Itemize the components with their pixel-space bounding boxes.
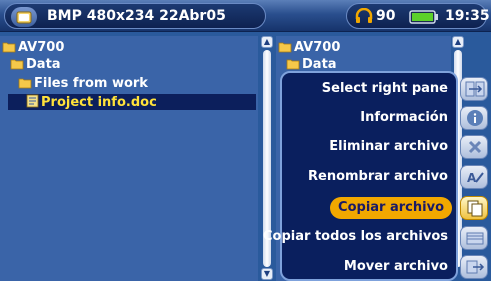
list-item[interactable]: AV700	[278, 40, 340, 56]
menu-item-mover-archivo[interactable]: Mover archivo	[344, 256, 448, 278]
folder-icon	[10, 59, 24, 70]
svg-text:A: A	[467, 171, 477, 185]
window-title: BMP 480x234 22Abr05	[47, 8, 226, 24]
list-item[interactable]: AV700	[2, 40, 64, 56]
status-bar: BMP 480x234 22Abr05 90 19:35	[0, 0, 491, 32]
status-pill: 90 19:35	[346, 3, 490, 29]
menu-icon-column: A	[458, 71, 491, 281]
move-icon[interactable]	[460, 255, 488, 279]
menu-item-informacion[interactable]: Información	[360, 107, 448, 129]
menu-item-eliminar-archivo[interactable]: Eliminar archivo	[329, 136, 448, 158]
menu-item-copiar-archivo[interactable]: Copiar archivo	[330, 197, 452, 219]
folder-icon	[278, 42, 292, 53]
menu-item-renombrar-archivo[interactable]: Renombrar archivo	[308, 166, 448, 188]
title-pill: BMP 480x234 22Abr05	[4, 3, 266, 29]
copy-icon[interactable]	[460, 196, 488, 220]
delete-icon[interactable]	[460, 135, 488, 159]
info-icon[interactable]	[460, 106, 488, 130]
folder-browser-icon	[11, 7, 37, 27]
scroll-up-button[interactable]: ▲	[261, 36, 273, 48]
battery-icon	[409, 10, 438, 24]
scroll-down-button[interactable]: ▼	[261, 268, 273, 280]
pane-switch-icon[interactable]	[460, 77, 488, 101]
volume-level: 90	[376, 8, 396, 24]
menu-item-copiar-todos[interactable]: Copiar todos los archivos	[263, 226, 448, 248]
context-menu: Select right pane Información Eliminar a…	[263, 71, 458, 281]
left-file-pane[interactable]: AV700 Data Files from work Project info.…	[0, 36, 258, 281]
list-item[interactable]: Files from work	[18, 76, 148, 92]
list-item-selected[interactable]: Project info.doc	[8, 94, 256, 110]
headphones-icon	[355, 8, 373, 23]
rename-icon[interactable]: A	[460, 165, 488, 189]
clock: 19:35	[445, 8, 490, 24]
document-icon	[26, 94, 39, 108]
folder-icon	[286, 59, 300, 70]
menu-item-select-right-pane[interactable]: Select right pane	[322, 78, 448, 100]
folder-icon	[18, 78, 32, 89]
list-item[interactable]: Data	[10, 57, 61, 73]
copy-all-icon[interactable]	[460, 226, 488, 250]
folder-icon	[2, 42, 16, 53]
scroll-up-button[interactable]: ▲	[452, 36, 464, 48]
